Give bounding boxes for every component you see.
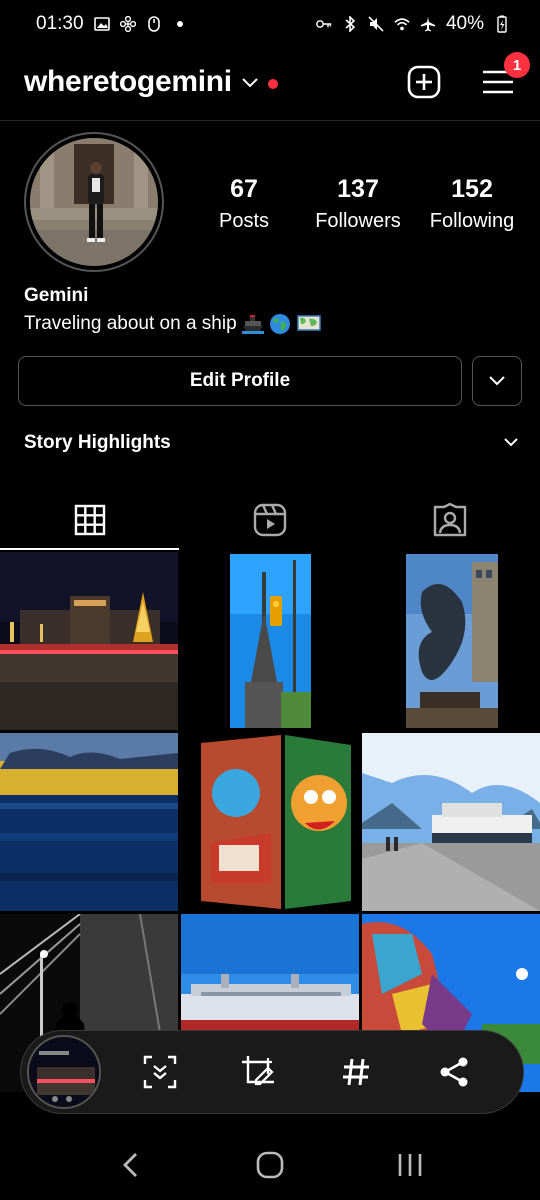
stat-followers[interactable]: 137 Followers: [302, 172, 414, 236]
story-highlights-row[interactable]: Story Highlights: [24, 432, 518, 454]
home-button[interactable]: [240, 1140, 300, 1190]
screenshot-preview-thumbnail[interactable]: [27, 1035, 101, 1109]
recent-apps-icon: [398, 1154, 422, 1176]
scroll-capture-icon: [143, 1055, 177, 1089]
stat-posts[interactable]: 67 Posts: [188, 172, 300, 236]
recent-apps-button[interactable]: [380, 1140, 440, 1190]
gallery-notification-icon: [93, 16, 110, 32]
create-post-button[interactable]: [406, 64, 442, 100]
stat-value: 152: [451, 175, 493, 203]
profile-display-name: Gemini: [24, 285, 89, 306]
profile-avatar-ring[interactable]: [24, 132, 164, 272]
tab-posts-grid[interactable]: [0, 490, 180, 550]
vpn-key-icon: [316, 16, 332, 32]
story-highlights-title: Story Highlights: [24, 432, 171, 453]
airplane-mode-icon: [420, 16, 436, 32]
more-notifications-dot-icon: [172, 16, 188, 32]
pinwheel-notification-icon: [119, 16, 136, 32]
account-switch-chevron-icon[interactable]: [242, 75, 258, 93]
reels-icon: [253, 503, 287, 537]
back-button[interactable]: [100, 1140, 160, 1190]
wifi-icon: [394, 16, 410, 32]
scroll-capture-button[interactable]: [138, 1050, 182, 1094]
home-icon: [256, 1151, 284, 1179]
stat-following[interactable]: 152 Following: [416, 172, 528, 236]
crop-edit-button[interactable]: [236, 1050, 280, 1094]
unread-dot: [267, 79, 278, 89]
stat-value: 137: [337, 175, 379, 203]
tagged-icon: [433, 503, 467, 537]
stat-label: Following: [429, 210, 515, 232]
battery-percentage: 40%: [445, 13, 484, 34]
plus-square-icon: [407, 65, 441, 99]
notification-badge: 1: [504, 52, 530, 78]
post-thumbnail-abstract-sculpture[interactable]: [362, 552, 540, 730]
bio-text: Traveling about on a ship: [24, 313, 237, 334]
edit-profile-button[interactable]: Edit Profile: [18, 356, 462, 406]
battery-charging-icon: [494, 15, 510, 33]
mute-icon: [368, 16, 384, 32]
post-thumbnail-columbus-monument[interactable]: [181, 552, 359, 730]
suggested-accounts-toggle-button[interactable]: [472, 356, 522, 406]
stat-label: Posts: [218, 210, 270, 232]
menu-button[interactable]: 1: [480, 52, 530, 100]
post-thumbnail-sunset-sea[interactable]: [0, 733, 178, 911]
profile-header: wheretogemini 1: [0, 52, 540, 108]
profile-tabs: [0, 490, 540, 550]
hashtag-button[interactable]: [334, 1050, 378, 1094]
profile-bio: Traveling about on a ship: [24, 313, 321, 335]
post-thumbnail-graffiti[interactable]: [181, 733, 359, 911]
stat-label: Followers: [315, 210, 401, 232]
map-emoji-icon: [296, 313, 321, 335]
hashtag-icon: [343, 1058, 369, 1086]
grid-icon: [74, 504, 106, 536]
header-divider: [0, 120, 540, 121]
active-tab-indicator: [0, 548, 179, 550]
chevron-down-icon: [504, 438, 518, 447]
profile-stats: 67 Posts 137 Followers 152 Following: [188, 172, 528, 236]
bluetooth-icon: [342, 16, 358, 32]
back-chevron-icon: [123, 1153, 137, 1177]
post-thumbnail-night-plaza[interactable]: [0, 552, 178, 730]
share-button[interactable]: [432, 1050, 476, 1094]
globe-emoji-icon: [269, 313, 293, 335]
profile-avatar: [30, 138, 158, 266]
chevron-down-icon: [489, 376, 505, 386]
status-bar: 01:30 40%: [0, 0, 540, 48]
posts-grid: [0, 552, 540, 1092]
mouse-notification-icon: [146, 16, 162, 32]
ship-emoji-icon: [241, 313, 265, 335]
post-thumbnail-cruise-ship-dock[interactable]: [362, 733, 540, 911]
status-time: 01:30: [36, 13, 84, 34]
tab-reels[interactable]: [180, 490, 360, 550]
stat-value: 67: [230, 175, 258, 203]
tab-tagged[interactable]: [360, 490, 540, 550]
crop-edit-icon: [242, 1056, 274, 1086]
share-icon: [440, 1057, 468, 1087]
system-navigation-bar: [0, 1130, 540, 1200]
screenshot-toolbar: [20, 1030, 524, 1114]
username[interactable]: wheretogemini: [24, 65, 232, 99]
